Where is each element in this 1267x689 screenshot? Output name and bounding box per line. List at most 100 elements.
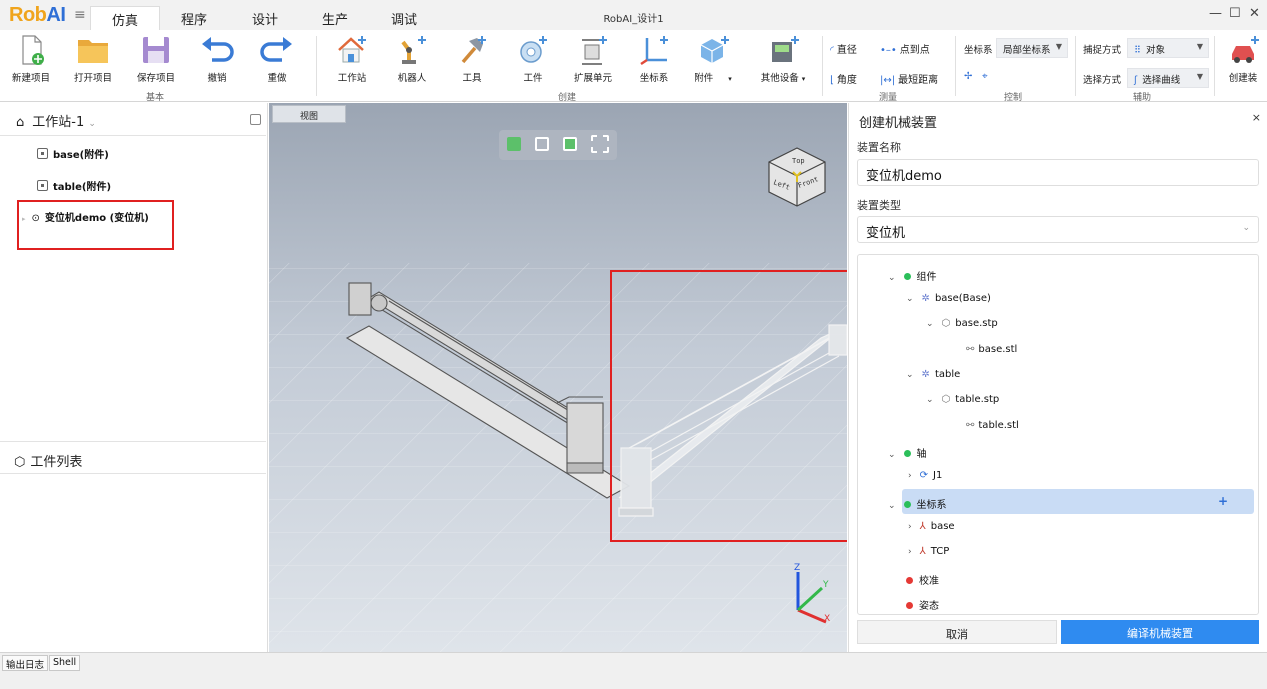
hammer-icon <box>453 34 491 66</box>
tree-node-axes[interactable]: ⌄ 轴 <box>888 445 927 460</box>
cube-icon <box>694 34 732 66</box>
tool-button[interactable]: 工具 <box>442 34 502 84</box>
tree-node-frame-tcp[interactable]: › ⅄ TCP <box>908 546 949 557</box>
station-selector[interactable]: ⌂ 工作站-1 ⌄ <box>16 111 96 130</box>
transform-icon[interactable]: ⌖ <box>982 71 988 82</box>
tree-node-base[interactable]: ⌄ ✲ base(Base) <box>906 293 991 304</box>
frame-axes-icon: ⅄ <box>919 521 926 532</box>
save-icon <box>137 34 175 66</box>
axis-z-label: Z <box>794 563 800 573</box>
chevron-down-icon: ⌄ <box>888 501 896 511</box>
device-type-select[interactable]: 变位机 ⌄ <box>857 216 1259 243</box>
tab-production[interactable]: 生产 <box>322 9 348 28</box>
maximize-button[interactable]: ☐ <box>1229 6 1241 21</box>
redo-button[interactable]: 重做 <box>247 34 307 84</box>
tree-node-pose[interactable]: 姿态 <box>906 597 939 612</box>
ribbon-divider <box>1214 36 1215 96</box>
open-project-button[interactable]: 打开项目 <box>63 34 123 84</box>
output-log-tab[interactable]: 输出日志 <box>2 655 49 671</box>
tree-node-table-stl[interactable]: ⚯ table.stl <box>966 420 1019 431</box>
tree-item-base[interactable]: base(附件) <box>37 146 109 161</box>
tree-node-table[interactable]: ⌄ ✲ table <box>906 369 960 380</box>
panel-toggle-icon[interactable] <box>250 114 261 125</box>
measure-angle-button[interactable]: ⌊ 角度 <box>830 71 857 86</box>
snap-mode-label: 捕捉方式 <box>1083 45 1122 56</box>
ribbon-divider <box>1075 36 1076 96</box>
parts-list-header[interactable]: ⬡ 工件列表 <box>14 451 82 470</box>
divider <box>0 135 266 136</box>
workstation-button[interactable]: 工作站 <box>322 34 382 84</box>
create-mechanism-panel: 创建机械装置 × 装置名称 变位机demo 装置类型 变位机 ⌄ + ⌄ 组件 ⌄ ✲… <box>848 103 1267 652</box>
tab-debug[interactable]: 调试 <box>391 9 417 28</box>
tree-node-components[interactable]: ⌄ 组件 <box>888 268 937 283</box>
chevron-right-icon: › <box>908 471 912 481</box>
menu-icon[interactable]: ≡ <box>74 7 86 23</box>
attachment-button[interactable]: 附件 ▾ <box>683 34 743 84</box>
tab-simulation[interactable]: 仿真 <box>90 6 160 30</box>
tab-program[interactable]: 程序 <box>181 9 207 28</box>
snap-mode-dropdown[interactable]: ⠿ 对象 ▼ <box>1127 38 1209 58</box>
device-name-input[interactable]: 变位机demo <box>857 159 1259 186</box>
frame-button[interactable]: 坐标系 <box>624 34 684 84</box>
move-icon[interactable]: ✢ <box>964 71 972 82</box>
tab-design[interactable]: 设计 <box>252 9 278 28</box>
view-cube[interactable]: Top Left Front <box>765 145 829 209</box>
ribbon-divider <box>316 36 317 96</box>
tree-node-base-stp[interactable]: ⌄ ⬡ base.stp <box>926 318 998 329</box>
add-frame-icon[interactable]: + <box>1218 494 1228 508</box>
extension-unit-button[interactable]: 扩展单元 <box>563 34 623 84</box>
minimize-button[interactable]: — <box>1209 6 1222 21</box>
fit-view-icon[interactable] <box>591 135 609 153</box>
chevron-down-icon: ⌄ <box>906 294 914 304</box>
tree-item-table[interactable]: table(附件) <box>37 178 111 193</box>
chevron-right-icon: › <box>908 522 912 532</box>
measure-shortest-distance-button[interactable]: |↔| 最短距离 <box>880 71 938 86</box>
view-tab[interactable]: 视图 <box>272 105 346 123</box>
view-shaded-icon[interactable] <box>507 137 521 151</box>
group-measure-label: 测量 <box>879 93 898 103</box>
chevron-down-icon: ⌄ <box>926 319 934 329</box>
compile-mechanism-button[interactable]: 编译机械装置 <box>1061 620 1259 644</box>
view-wire-icon[interactable] <box>535 137 549 151</box>
chevron-down-icon: ⌄ <box>88 119 96 129</box>
selected-row-highlight: + <box>902 489 1254 514</box>
tree-node-frame-base[interactable]: › ⅄ base <box>908 521 955 532</box>
panel-title: 创建机械装置 <box>859 116 938 131</box>
status-error-icon <box>906 577 913 584</box>
measure-diameter-button[interactable]: ◜ 直径 <box>830 41 857 56</box>
axis-frame-icon <box>635 34 673 66</box>
shell-tab[interactable]: Shell <box>49 655 81 671</box>
view-mixed-icon[interactable] <box>563 137 577 151</box>
house-icon <box>333 34 371 66</box>
other-devices-button[interactable]: 其他设备 ▾ <box>750 34 816 84</box>
tree-node-j1[interactable]: › ⟳ J1 <box>908 470 942 481</box>
save-project-button[interactable]: 保存项目 <box>126 34 186 84</box>
status-ok-icon <box>903 450 911 457</box>
folder-icon <box>74 34 112 66</box>
close-icon[interactable]: × <box>1252 111 1261 124</box>
tree-node-calibration[interactable]: 校准 <box>906 572 939 587</box>
chevron-right-icon: › <box>908 547 912 557</box>
redo-icon <box>258 34 296 66</box>
status-error-icon <box>906 602 913 609</box>
cancel-button[interactable]: 取消 <box>857 620 1057 644</box>
ribbon-divider <box>822 36 823 96</box>
attachment-icon <box>37 180 48 191</box>
close-button[interactable]: ✕ <box>1249 6 1260 21</box>
undo-button[interactable]: 撤销 <box>187 34 247 84</box>
create-device-button[interactable]: 创建装 <box>1221 34 1265 84</box>
workpiece-button[interactable]: 工件 <box>503 34 563 84</box>
tree-node-frames[interactable]: ⌄ 坐标系 <box>888 496 947 511</box>
device-name-label: 装置名称 <box>857 141 901 154</box>
robot-button[interactable]: 机器人 <box>382 34 442 84</box>
measure-point-to-point-button[interactable]: •–• 点到点 <box>880 41 930 56</box>
frame-selector-dropdown[interactable]: 局部坐标系 ▼ <box>996 38 1068 58</box>
3d-viewport[interactable]: 视图 Top Left Front Z Y X <box>269 103 847 652</box>
axis-x-label: X <box>824 614 830 624</box>
chevron-down-icon: ⌄ <box>888 273 896 283</box>
mechanism-config-tree: + ⌄ 组件 ⌄ ✲ base(Base) ⌄ ⬡ base.stp ⚯ base.stl … <box>857 254 1259 615</box>
new-project-button[interactable]: 新建项目 <box>1 34 61 84</box>
tree-node-table-stp[interactable]: ⌄ ⬡ table.stp <box>926 394 999 405</box>
select-mode-dropdown[interactable]: ʃ 选择曲线 ▼ <box>1127 68 1209 88</box>
tree-node-base-stl[interactable]: ⚯ base.stl <box>966 344 1017 355</box>
